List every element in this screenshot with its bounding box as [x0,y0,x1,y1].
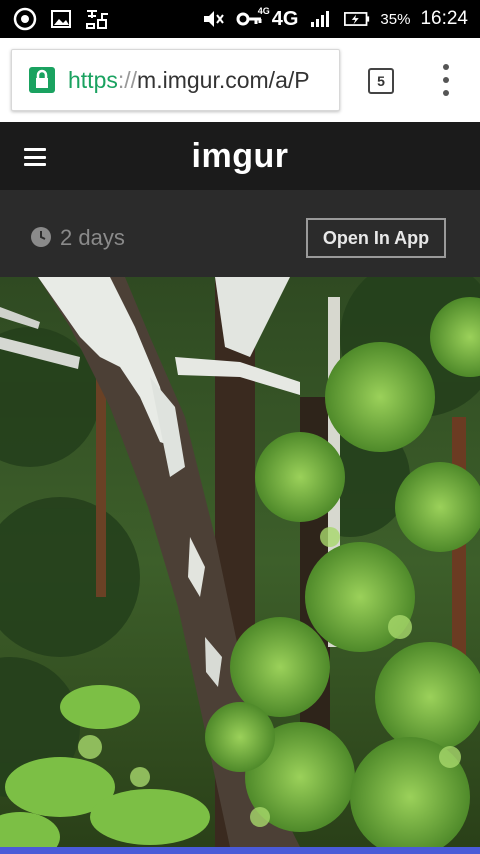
url-host-path: m.imgur.com/a/P [137,66,310,93]
mute-icon [200,8,226,30]
clock-icon [30,226,52,248]
network-small-label: 4G [257,5,270,16]
tab-count: 5 [377,73,385,89]
network-type-label: 4G 4G [258,6,299,31]
imgur-logo[interactable]: imgur [0,132,480,180]
tab-switcher-button[interactable]: 5 [368,68,394,94]
battery-icon [344,8,370,30]
status-bar: 4G 4G 35% 16:24 [0,0,480,38]
site-header: imgur [0,122,480,190]
birch-forest-photo [0,277,480,847]
image-icon [48,8,74,30]
lock-icon[interactable] [28,66,56,94]
url-text[interactable]: https://m.imgur.com/a/P [68,67,310,94]
network-label: 4G [271,7,299,30]
open-in-app-label: Open In App [322,227,430,248]
url-bar[interactable]: https://m.imgur.com/a/P [11,49,340,111]
browser-toolbar: https://m.imgur.com/a/P 5 [0,38,480,122]
battery-percent: 35% [380,10,411,28]
logo-text: imgur [191,137,289,175]
open-in-app-button[interactable]: Open In App [306,218,446,258]
url-separator: :// [117,66,138,93]
clock-time: 16:24 [420,8,468,29]
bottom-progress-strip [0,847,480,854]
vpn-icon [84,8,110,30]
signal-icon [308,8,334,30]
post-meta-bar: 2 days Open In App [0,190,480,277]
sync-icon [12,7,38,31]
url-scheme: https [68,66,118,93]
overflow-menu-icon[interactable] [438,64,454,96]
post-image[interactable] [0,277,480,847]
post-age: 2 days [60,225,125,250]
